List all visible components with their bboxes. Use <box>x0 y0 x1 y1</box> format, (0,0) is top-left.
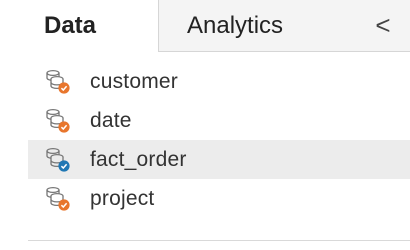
chevron-left-icon: < <box>375 9 391 40</box>
data-source-item[interactable]: project <box>0 179 410 218</box>
database-icon <box>44 147 72 173</box>
pane-tab-bar: Data Analytics < <box>0 0 410 52</box>
status-badge <box>58 160 70 172</box>
database-icon <box>44 186 72 212</box>
database-icon <box>44 69 72 95</box>
status-badge <box>58 82 70 94</box>
tab-data-label: Data <box>44 12 97 39</box>
tab-analytics-label: Analytics <box>187 11 284 39</box>
data-source-item[interactable]: customer <box>0 62 410 101</box>
data-source-item[interactable]: date <box>0 101 410 140</box>
data-source-label: date <box>90 108 132 132</box>
data-source-label: project <box>90 186 155 210</box>
collapse-pane-button[interactable]: < <box>372 8 394 42</box>
data-source-item-selected[interactable]: fact_order <box>28 140 410 179</box>
data-source-label: customer <box>90 69 178 93</box>
data-source-list: customer date fact_order project <box>0 62 410 218</box>
status-badge <box>58 121 70 133</box>
status-badge <box>58 199 70 211</box>
data-pane: Data Analytics < customer date fact_orde… <box>0 0 410 250</box>
data-source-label: fact_order <box>90 147 187 171</box>
database-icon <box>44 108 72 134</box>
tab-data[interactable]: Data <box>0 0 158 52</box>
divider <box>28 240 410 241</box>
